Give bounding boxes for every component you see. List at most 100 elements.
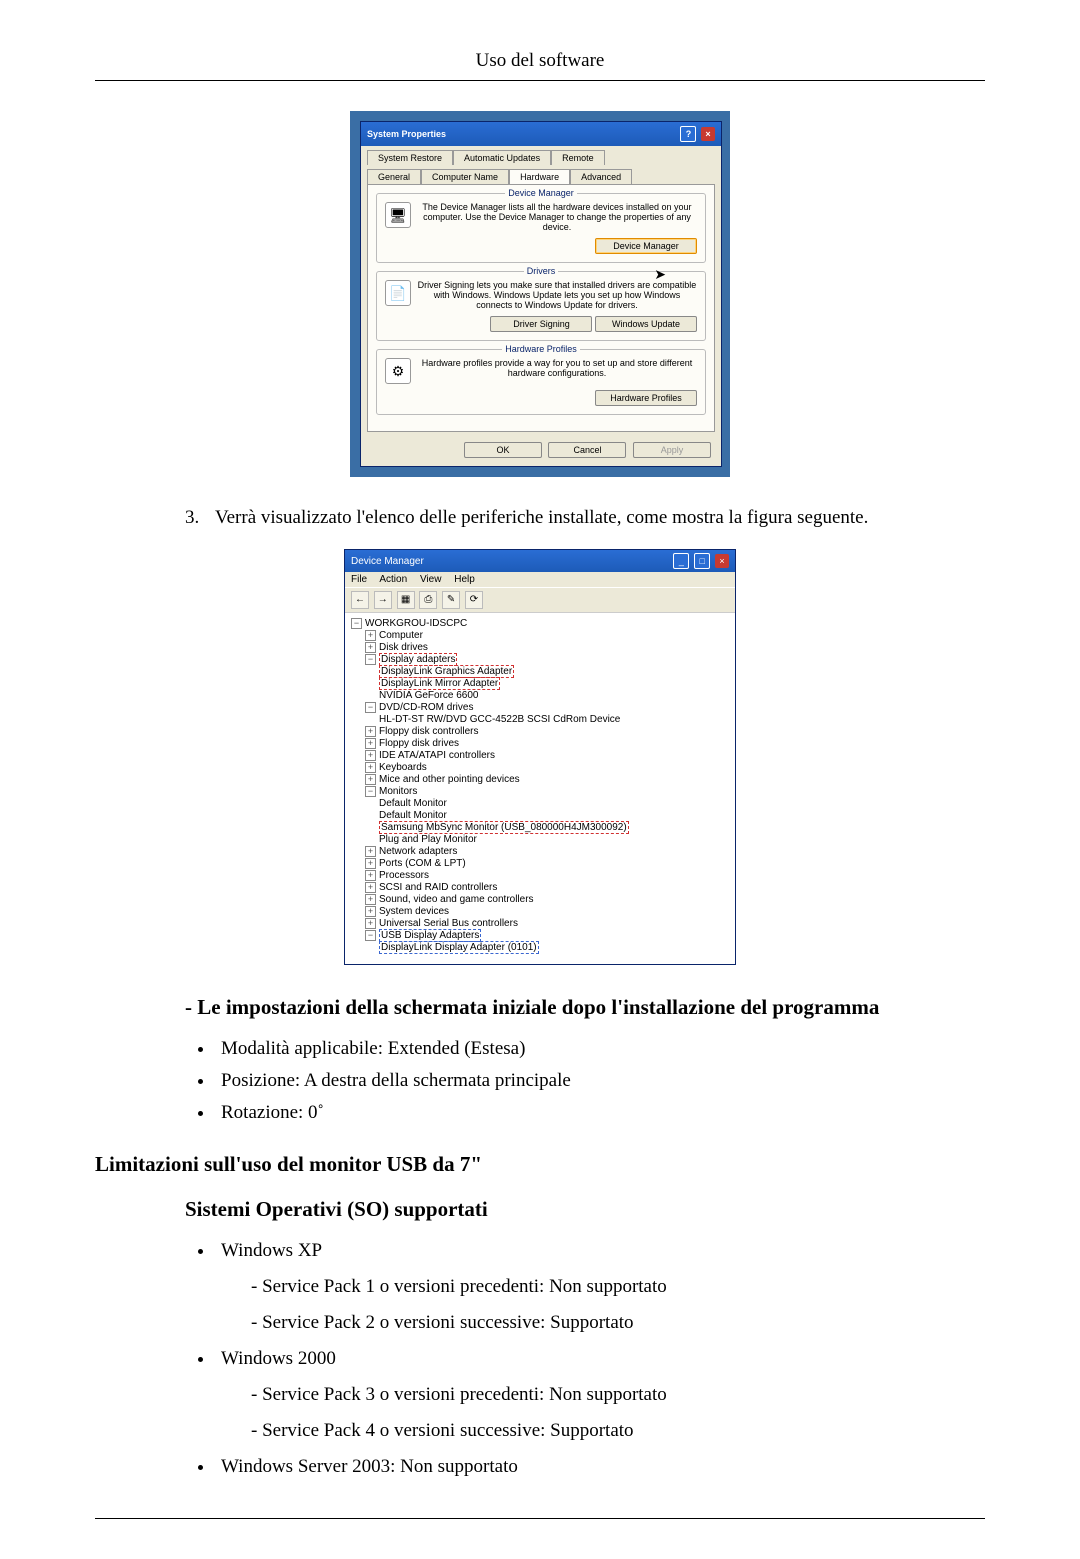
node-sysdev[interactable]: System devices	[379, 906, 449, 917]
close-icon[interactable]: ×	[715, 554, 729, 568]
bullet-rotation: Rotazione: 0˚	[215, 1102, 985, 1124]
toolbar-print-icon[interactable]: ⎙	[419, 591, 437, 609]
tab-hardware[interactable]: Hardware	[509, 169, 570, 184]
expand-icon[interactable]: −	[365, 702, 376, 713]
node-pnp-monitor[interactable]: Plug and Play Monitor	[379, 834, 477, 845]
expand-icon[interactable]: +	[365, 750, 376, 761]
expand-icon[interactable]: −	[365, 654, 376, 665]
menu-action[interactable]: Action	[379, 574, 407, 585]
tabs-row-2: General Computer Name Hardware Advanced	[361, 165, 721, 184]
node-ports[interactable]: Ports (COM & LPT)	[379, 858, 466, 869]
menu-help[interactable]: Help	[454, 574, 475, 585]
node-dvd[interactable]: DVD/CD-ROM drives	[379, 702, 473, 713]
node-network[interactable]: Network adapters	[379, 846, 457, 857]
dm-toolbar: ← → ▦ ⎙ ✎ ⟳	[345, 587, 735, 613]
os-windows-2000: Windows 2000	[221, 1348, 336, 1369]
menu-file[interactable]: File	[351, 574, 367, 585]
node-usb-controllers[interactable]: Universal Serial Bus controllers	[379, 918, 518, 929]
hardware-profiles-button[interactable]: Hardware Profiles	[595, 390, 697, 406]
toolbar-back-icon[interactable]: ←	[351, 591, 369, 609]
expand-icon[interactable]: +	[365, 906, 376, 917]
dialog-titlebar: System Properties ? ×	[361, 122, 721, 146]
expand-icon[interactable]: +	[365, 762, 376, 773]
tab-automatic-updates[interactable]: Automatic Updates	[453, 150, 551, 165]
group-title-hardware-profiles: Hardware Profiles	[502, 344, 580, 354]
os-windows-server-2003: Windows Server 2003: Non supportato	[215, 1456, 985, 1478]
expand-icon[interactable]: +	[365, 738, 376, 749]
expand-icon[interactable]: +	[365, 858, 376, 869]
node-displaylink-adapter[interactable]: DisplayLink Display Adapter (0101)	[379, 941, 539, 954]
driver-signing-button[interactable]: Driver Signing	[490, 316, 592, 332]
step-text: Verrà visualizzato l'elenco delle perife…	[215, 507, 868, 529]
system-properties-screenshot: System Properties ? × System Restore Aut…	[350, 111, 730, 477]
maximize-icon[interactable]: □	[694, 553, 710, 569]
node-nvidia[interactable]: NVIDIA GeForce 6600	[379, 690, 479, 701]
page-header: Uso del software	[95, 50, 985, 72]
apply-button[interactable]: Apply	[633, 442, 711, 458]
group-title-device-manager: Device Manager	[505, 188, 577, 198]
bottom-rule	[95, 1518, 985, 1519]
initial-settings-heading: - Le impostazioni della schermata inizia…	[185, 995, 985, 1020]
expand-icon[interactable]: −	[365, 786, 376, 797]
expand-icon[interactable]: +	[365, 774, 376, 785]
cancel-button[interactable]: Cancel	[548, 442, 626, 458]
node-disk[interactable]: Disk drives	[379, 642, 428, 653]
node-samsung-monitor[interactable]: Samsung MbSync Monitor (USB_080000H4JM30…	[379, 821, 629, 834]
dm-tree: −WORKGROU-IDSCPC +Computer +Disk drives …	[345, 613, 735, 964]
tab-general[interactable]: General	[367, 169, 421, 184]
node-dvd-item[interactable]: HL-DT-ST RW/DVD GCC-4522B SCSI CdRom Dev…	[379, 714, 620, 725]
bullet-position: Posizione: A destra della schermata prin…	[215, 1070, 985, 1092]
expand-icon[interactable]: +	[365, 882, 376, 893]
tab-advanced[interactable]: Advanced	[570, 169, 632, 184]
device-manager-button[interactable]: Device Manager	[595, 238, 697, 254]
node-default-monitor-1[interactable]: Default Monitor	[379, 798, 447, 809]
node-monitors[interactable]: Monitors	[379, 786, 417, 797]
device-manager-screenshot: Device Manager _ □ × File Action View He…	[344, 549, 736, 965]
node-sound[interactable]: Sound, video and game controllers	[379, 894, 534, 905]
minimize-icon[interactable]: _	[673, 553, 689, 569]
hardware-profiles-text: Hardware profiles provide a way for you …	[417, 358, 697, 384]
close-icon[interactable]: ×	[701, 127, 715, 141]
tree-root[interactable]: WORKGROU-IDSCPC	[365, 618, 467, 629]
node-displaylink-mirror[interactable]: DisplayLink Mirror Adapter	[379, 677, 500, 690]
dm-title: Device Manager	[351, 556, 424, 567]
group-device-manager: Device Manager 🖥 The Device Manager list…	[376, 193, 706, 263]
drivers-text: Driver Signing lets you make sure that i…	[417, 280, 697, 310]
node-computer[interactable]: Computer	[379, 630, 423, 641]
expand-icon[interactable]: +	[365, 894, 376, 905]
expand-icon[interactable]: +	[365, 870, 376, 881]
expand-icon[interactable]: +	[365, 918, 376, 929]
os-windows-xp: Windows XP	[221, 1240, 322, 1261]
node-processors[interactable]: Processors	[379, 870, 429, 881]
tab-system-restore[interactable]: System Restore	[367, 150, 453, 165]
node-scsi[interactable]: SCSI and RAID controllers	[379, 882, 497, 893]
node-mice[interactable]: Mice and other pointing devices	[379, 774, 520, 785]
node-keyboards[interactable]: Keyboards	[379, 762, 427, 773]
help-icon[interactable]: ?	[680, 126, 696, 142]
ok-button[interactable]: OK	[464, 442, 542, 458]
tabs-row-1: System Restore Automatic Updates Remote	[361, 146, 721, 165]
expand-icon[interactable]: +	[365, 630, 376, 641]
menu-view[interactable]: View	[420, 574, 442, 585]
drivers-icon: 📄	[385, 280, 411, 306]
toolbar-properties-icon[interactable]: ✎	[442, 591, 460, 609]
node-default-monitor-2[interactable]: Default Monitor	[379, 810, 447, 821]
expand-icon[interactable]: +	[365, 726, 376, 737]
toolbar-tree-icon[interactable]: ▦	[397, 591, 415, 609]
tab-computer-name[interactable]: Computer Name	[421, 169, 509, 184]
expand-icon[interactable]: +	[365, 642, 376, 653]
toolbar-refresh-icon[interactable]: ⟳	[465, 591, 483, 609]
expand-icon[interactable]: +	[365, 846, 376, 857]
tab-remote[interactable]: Remote	[551, 150, 605, 165]
device-manager-text: The Device Manager lists all the hardwar…	[417, 202, 697, 232]
limitations-heading: Limitazioni sull'uso del monitor USB da …	[95, 1152, 985, 1177]
expand-icon[interactable]: −	[365, 930, 376, 941]
w2000-sp3: - Service Pack 3 o versioni precedenti: …	[251, 1384, 985, 1406]
node-ide[interactable]: IDE ATA/ATAPI controllers	[379, 750, 495, 761]
cursor-icon: ➤	[654, 267, 666, 284]
expand-icon[interactable]: −	[351, 618, 362, 629]
node-floppy-ctrl[interactable]: Floppy disk controllers	[379, 726, 478, 737]
toolbar-forward-icon[interactable]: →	[374, 591, 392, 609]
node-floppy[interactable]: Floppy disk drives	[379, 738, 459, 749]
windows-update-button[interactable]: Windows Update	[595, 316, 697, 332]
